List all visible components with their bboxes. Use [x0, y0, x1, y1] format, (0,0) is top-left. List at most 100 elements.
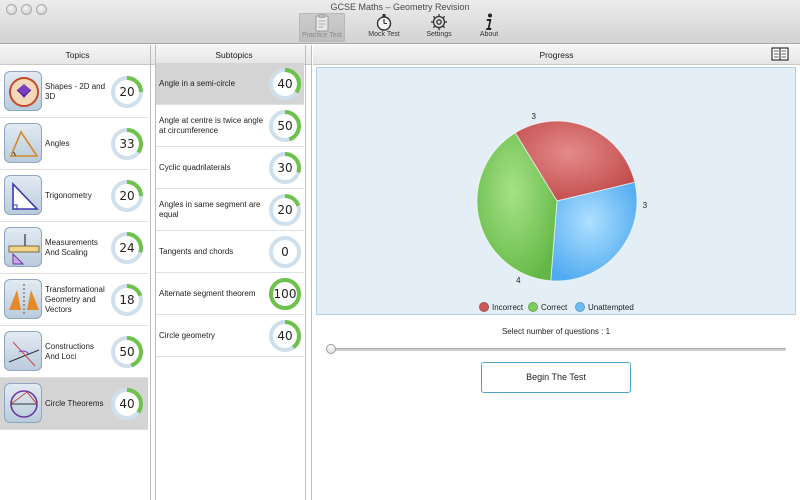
info-icon — [486, 13, 492, 30]
topic-row-trigonometry[interactable]: Trigonometry 20 — [0, 170, 148, 222]
panel-divider-right — [311, 45, 312, 500]
legend-label: Incorrect — [492, 303, 524, 312]
count-ring: 40 — [268, 319, 302, 353]
count-ring: 0 — [268, 235, 302, 269]
practice-test-label: Practice Test — [302, 32, 342, 39]
count-ring: 20 — [110, 179, 144, 213]
count-value: 30 — [277, 161, 293, 175]
legend-label: Correct — [541, 303, 568, 312]
count-value: 33 — [119, 137, 135, 151]
count-ring: 50 — [268, 109, 302, 143]
about-button[interactable]: About — [466, 13, 512, 42]
gear-icon — [431, 14, 447, 30]
subtopics-header: Subtopics — [156, 45, 312, 65]
count-ring: 18 — [110, 283, 144, 317]
topic-row-measurements[interactable]: Measurements And Scaling 24 — [0, 222, 148, 274]
count-value: 50 — [277, 119, 293, 133]
topic-row-constructions[interactable]: Constructions And Loci 50 — [0, 326, 148, 378]
settings-button[interactable]: Settings — [416, 13, 462, 42]
question-count-label: Select number of questions : 1 — [501, 327, 611, 336]
book-icon — [771, 47, 789, 61]
legend-swatch — [528, 302, 538, 312]
constructions-thumbnail-icon — [4, 331, 42, 371]
count-value: 40 — [277, 329, 293, 343]
subtopics-scroll-edge — [305, 45, 306, 500]
topic-row-transformational[interactable]: Transformational Geometry and Vectors 18 — [0, 274, 148, 326]
subtopic-label: Alternate segment theorem — [159, 289, 256, 298]
topic-label: Angles — [45, 139, 70, 148]
subtopic-row[interactable]: Alternate segment theorem 100 — [156, 273, 304, 315]
topic-label: Circle Theorems — [45, 399, 104, 408]
count-ring: 20 — [268, 193, 302, 227]
count-ring: 33 — [110, 127, 144, 161]
subtopic-label: Angle in a semi-circle — [159, 79, 236, 88]
legend-swatch — [479, 302, 489, 312]
count-value: 20 — [119, 189, 135, 203]
mock-test-button[interactable]: Mock Test — [361, 13, 407, 42]
window-title: GCSE Maths – Geometry Revision — [330, 2, 470, 12]
topic-label: Shapes - 2D and 3D — [45, 82, 106, 101]
subtopic-label: Circle geometry — [159, 331, 216, 340]
legend-label: Unattempted — [588, 303, 634, 312]
subtopic-label: Angles in same segment are equal — [159, 200, 261, 219]
subtopic-label: Cyclic quadrilaterals — [159, 163, 231, 172]
settings-label: Settings — [426, 31, 452, 38]
legend-unattempted: Unattempted — [575, 302, 634, 314]
mock-test-label: Mock Test — [368, 31, 400, 38]
question-count-slider[interactable] — [330, 348, 786, 351]
count-value: 20 — [119, 85, 135, 99]
count-value: 0 — [281, 245, 289, 259]
count-value: 40 — [119, 397, 135, 411]
begin-test-button[interactable]: Begin The Test — [481, 362, 631, 393]
count-value: 18 — [119, 293, 135, 307]
count-ring: 40 — [268, 67, 302, 101]
progress-header: Progress — [313, 45, 800, 65]
count-ring: 40 — [110, 387, 144, 421]
legend-incorrect: Incorrect — [479, 302, 523, 314]
count-value: 20 — [277, 203, 293, 217]
subtopic-label: Angle at centre is twice angle at circum… — [159, 116, 264, 135]
topics-header: Topics — [0, 45, 155, 65]
count-value: 100 — [273, 287, 297, 301]
practice-test-button[interactable]: Practice Test — [299, 13, 345, 42]
subtopic-row[interactable]: Circle geometry 40 — [156, 315, 304, 357]
topic-row-circle-theorems[interactable]: Circle Theorems 40 — [0, 378, 148, 430]
legend-swatch — [575, 302, 585, 312]
count-ring: 30 — [268, 151, 302, 185]
count-ring: 20 — [110, 75, 144, 109]
slider-knob[interactable] — [326, 344, 336, 354]
pie-value-label: 3 — [532, 112, 537, 121]
pie-value-label: 3 — [643, 201, 648, 210]
subtopic-row[interactable]: Angle in a semi-circle 40 — [156, 63, 304, 105]
book-button[interactable] — [771, 46, 789, 62]
topic-row-shapes[interactable]: Shapes - 2D and 3D 20 — [0, 66, 148, 118]
circle-theorems-thumbnail-icon — [4, 383, 42, 423]
pie-value-label: 4 — [516, 276, 521, 285]
subtopic-label: Tangents and chords — [159, 247, 234, 256]
measurements-thumbnail-icon — [4, 227, 42, 267]
subtopic-row[interactable]: Angle at centre is twice angle at circum… — [156, 105, 304, 147]
trigonometry-thumbnail-icon — [4, 175, 42, 215]
shapes-thumbnail-icon — [4, 71, 42, 111]
topic-label: Measurements And Scaling — [45, 238, 98, 257]
count-value: 50 — [119, 345, 135, 359]
count-ring: 50 — [110, 335, 144, 369]
topic-label: Constructions And Loci — [45, 342, 94, 361]
count-value: 24 — [119, 241, 135, 255]
subtopic-row[interactable]: Tangents and chords 0 — [156, 231, 304, 273]
legend-correct: Correct — [528, 302, 567, 314]
topic-row-angles[interactable]: Angles 33 — [0, 118, 148, 170]
topics-scroll-edge — [150, 45, 151, 500]
topic-label: Trigonometry — [45, 191, 92, 200]
count-ring: 100 — [268, 277, 302, 311]
angles-thumbnail-icon — [4, 123, 42, 163]
subtopic-row[interactable]: Cyclic quadrilaterals 30 — [156, 147, 304, 189]
about-label: About — [479, 31, 499, 38]
topic-label: Transformational Geometry and Vectors — [45, 285, 105, 314]
progress-chart-panel: 3 3 4 — [316, 67, 796, 315]
count-value: 40 — [277, 77, 293, 91]
transformations-thumbnail-icon — [4, 279, 42, 319]
clipboard-icon — [315, 14, 329, 32]
progress-pie-chart: 3 3 4 — [476, 112, 648, 285]
subtopic-row[interactable]: Angles in same segment are equal 20 — [156, 189, 304, 231]
